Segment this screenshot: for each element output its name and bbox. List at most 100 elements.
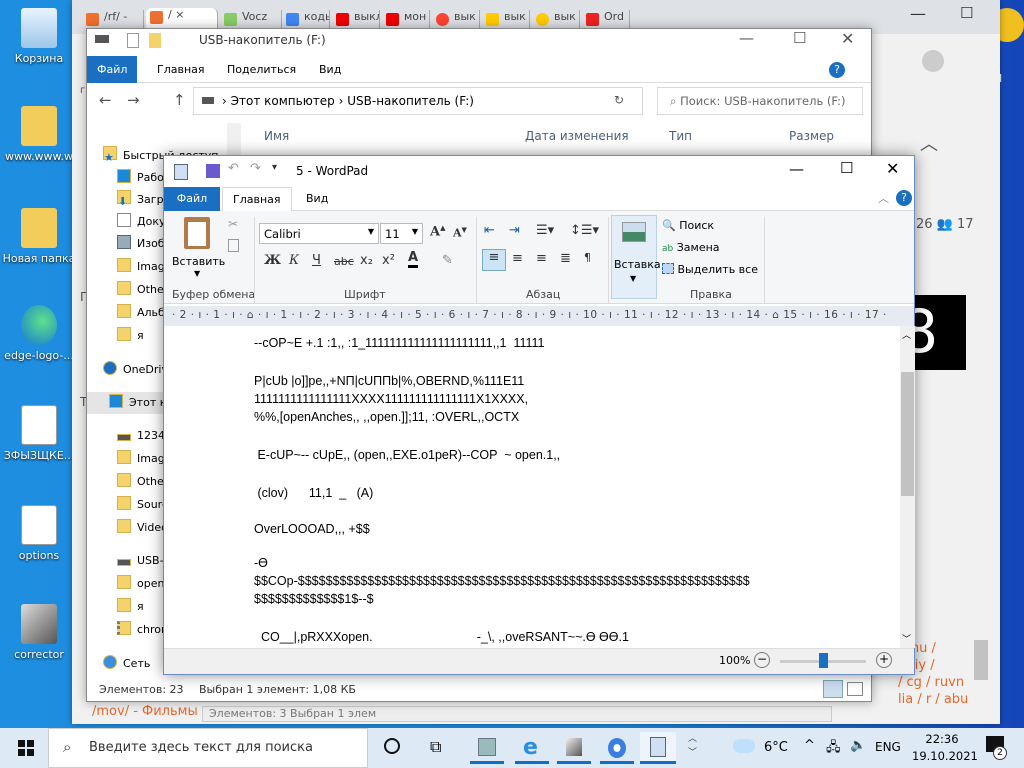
desktop-icon-edge-logo[interactable]: edge-logo-...	[0, 305, 78, 362]
new-folder-icon[interactable]	[149, 33, 161, 48]
ruler[interactable]: · 2 · ı · 1 · ı · ⌂ · ı · 1 · ı · 2 · ı …	[164, 306, 914, 326]
maximize-icon[interactable]: ☐	[840, 159, 853, 177]
select-all-button[interactable]: Выделить все	[662, 263, 758, 276]
document-line[interactable]: -ϴ	[254, 554, 268, 573]
line-spacing-button[interactable]: ↕☰▾	[570, 223, 599, 238]
document-area[interactable]: --cOP~E +.1 :1,, :1_11111111111111111111…	[164, 326, 900, 648]
minimize-icon[interactable]: —	[910, 4, 926, 23]
document-line[interactable]: E-cUP~-- cUpE,, (open,,EXE.o1peR)--COP ~…	[254, 446, 560, 465]
document-line[interactable]: $$$$$$$$$$$$$1$--$	[254, 590, 374, 609]
desktop-icon-www[interactable]: www.www.w	[0, 106, 78, 163]
font-size-select[interactable]: 11 ▼	[380, 223, 423, 244]
close-icon[interactable]: ✕	[841, 29, 854, 48]
redo-icon[interactable]: ↷	[250, 161, 261, 176]
search-input[interactable]: ⌕ Поиск: USB-накопитель (F:)	[657, 87, 863, 115]
back-icon[interactable]: ←	[99, 91, 112, 109]
document-line[interactable]: OverLOOOAD,,, +$$	[254, 520, 370, 539]
tab-home[interactable]: Главная	[222, 187, 292, 212]
taskbar-app-monitor[interactable]	[470, 732, 504, 764]
tab-file[interactable]: Файл	[87, 56, 138, 83]
tab-view[interactable]: Вид	[296, 187, 338, 211]
taskbar-search-input[interactable]: ⌕ Введите здесь текст для поиска	[48, 728, 368, 768]
document-line[interactable]: CO__|,pRXXXopen. -_\, ,,oveRSANT~~.ϴ ϴϴ.…	[254, 628, 629, 647]
tab-view[interactable]: Вид	[309, 56, 351, 83]
zoom-out-button[interactable]: −	[754, 652, 770, 668]
properties-icon[interactable]	[127, 33, 139, 48]
customize-toolbar-icon[interactable]: ▾	[272, 162, 277, 173]
address-bar[interactable]: › Этот компьютер › USB-накопитель (F:) ↻	[193, 87, 643, 115]
refresh-icon[interactable]: ↻	[614, 93, 624, 107]
maximize-icon[interactable]: ☐	[793, 29, 806, 47]
document-line[interactable]: P|cUb |o]]pe,,+NП|cUППb|%,OBERND,%111E11	[254, 372, 524, 391]
text-color-button[interactable]: A	[408, 251, 419, 268]
tab-share[interactable]: Поделиться	[217, 56, 306, 83]
column-name[interactable]: Имя	[264, 129, 289, 143]
tiles-view-button[interactable]	[847, 682, 863, 696]
italic-button[interactable]: К	[289, 253, 299, 268]
column-type[interactable]: Тип	[669, 129, 692, 143]
clock[interactable]: 22:36 19.10.2021	[912, 731, 978, 765]
decrease-indent-button[interactable]: ⇤	[484, 223, 495, 238]
minimize-icon[interactable]: —	[789, 160, 804, 178]
vertical-scrollbar[interactable]: ︿ ﹀	[900, 326, 915, 648]
breadcrumb-this-pc[interactable]: Этот компьютер	[231, 94, 335, 108]
taskbar-scroll-icon[interactable]: ︿ ﹀	[688, 732, 697, 760]
avatar[interactable]	[922, 50, 944, 72]
shrink-font-button[interactable]: A▼	[453, 225, 467, 240]
weather-cloud-icon[interactable]	[733, 739, 755, 753]
bold-button[interactable]: Ж	[264, 253, 281, 268]
scroll-up-icon[interactable]: ︿	[920, 130, 938, 156]
desktop-icon-recycle-bin[interactable]: Корзина	[0, 8, 78, 65]
forward-icon[interactable]: →	[127, 91, 140, 109]
copy-icon[interactable]	[228, 239, 239, 252]
desktop-icon-corrector[interactable]: corrector	[0, 604, 78, 661]
up-icon[interactable]: ↑	[173, 91, 186, 109]
align-center-button[interactable]: ≡	[512, 251, 523, 266]
document-line[interactable]: %%,[openAnches,, ,,open.]];11, :OVERL,,O…	[254, 408, 519, 427]
paste-button[interactable]: Вставить ▼	[172, 215, 225, 281]
font-family-select[interactable]: Calibri ▼	[259, 223, 379, 244]
taskbar-app-corrector[interactable]	[557, 732, 591, 764]
desktop-icon-new-folder[interactable]: Новая папка	[0, 208, 78, 265]
tab-file[interactable]: Файл	[164, 187, 220, 211]
underline-button[interactable]: Ч	[312, 253, 321, 268]
align-left-button[interactable]: ≡	[482, 249, 506, 271]
taskbar-app-wordpad[interactable]	[640, 732, 676, 764]
increase-indent-button[interactable]: ⇥	[509, 223, 520, 238]
zoom-slider-thumb[interactable]	[819, 653, 828, 668]
document-line[interactable]: $$COp-$$$$$$$$$$$$$$$$$$$$$$$$$$$$$$$$$$…	[254, 572, 750, 591]
start-button[interactable]	[18, 740, 34, 756]
document-line[interactable]: --cOP~E +.1 :1,, :1_11111111111111111111…	[254, 334, 545, 353]
grow-font-button[interactable]: A▲	[430, 223, 445, 239]
zoom-slider[interactable]	[780, 653, 866, 668]
tab-home[interactable]: Главная	[147, 56, 215, 83]
strikethrough-button[interactable]: abc	[334, 255, 354, 268]
show-hidden-icons[interactable]: ^	[804, 738, 815, 753]
bullets-button[interactable]: ☰▾	[536, 223, 554, 238]
volume-icon[interactable]: 🔈	[850, 738, 866, 753]
superscript-button[interactable]: x²	[382, 253, 395, 268]
network-icon[interactable]: 🖧	[826, 738, 841, 760]
weather-temp[interactable]: 6°C	[764, 740, 788, 755]
cut-icon[interactable]: ✂	[228, 217, 238, 231]
zoom-in-button[interactable]: +	[876, 652, 892, 668]
align-right-button[interactable]: ≡	[536, 251, 547, 266]
help-icon[interactable]: ?	[829, 62, 845, 78]
details-view-button[interactable]	[823, 680, 843, 698]
justify-button[interactable]: ≣	[560, 251, 571, 266]
insert-button[interactable]: Вставка ▼	[611, 215, 661, 299]
highlight-color-button[interactable]: ✎	[442, 253, 453, 268]
browser-scrollbar[interactable]	[974, 640, 988, 680]
replace-button[interactable]: ab Замена	[662, 241, 720, 254]
find-button[interactable]: 🔍 Поиск	[662, 219, 714, 232]
help-icon[interactable]: ?	[896, 190, 912, 206]
undo-icon[interactable]: ↶	[228, 161, 239, 176]
desktop-icon-wordpad-doc[interactable]: ЗФЫЗЩКЕ...	[0, 405, 78, 462]
cortana-icon[interactable]	[384, 738, 400, 754]
language-indicator[interactable]: ENG	[875, 740, 901, 754]
document-line[interactable]: 1111111111111111XXXX111111111111111X1XXX…	[254, 390, 528, 409]
minimize-icon[interactable]: —	[739, 29, 754, 47]
maximize-icon[interactable]: ☐	[960, 4, 973, 22]
collapse-ribbon-icon[interactable]: ︿	[878, 190, 889, 206]
desktop-icon-options[interactable]: options	[0, 505, 78, 562]
